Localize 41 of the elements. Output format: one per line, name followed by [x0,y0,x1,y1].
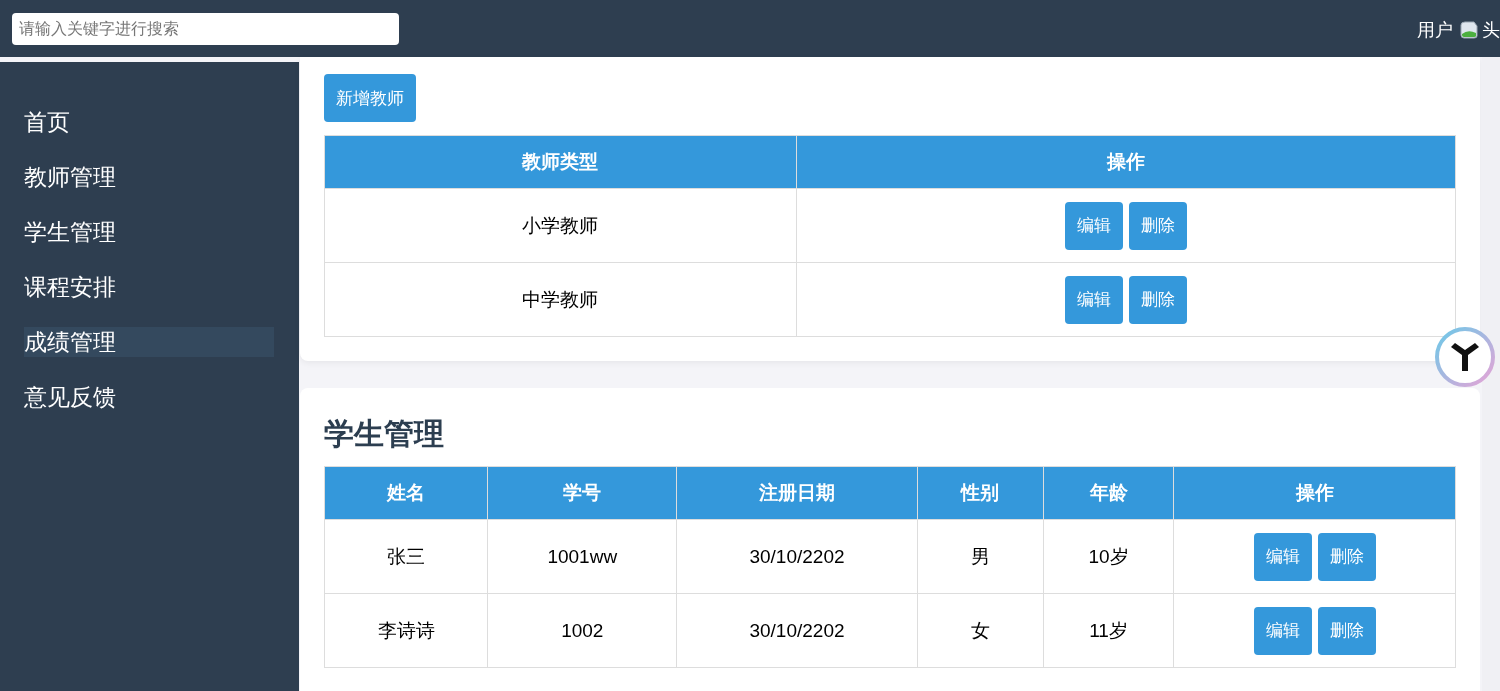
column-header: 教师类型 [324,135,797,189]
table-cell: 男 [917,519,1044,594]
table-cell: 小学教师 [324,188,797,263]
sidebar-item[interactable]: 意见反馈 [24,382,274,412]
column-header: 操作 [1173,466,1456,520]
delete-button[interactable]: 删除 [1128,201,1187,250]
sidebar-item[interactable]: 首页 [24,107,274,137]
column-header: 操作 [796,135,1456,189]
table-cell: 张三 [324,519,488,594]
table-cell: 30/10/2202 [676,519,918,594]
table-cell: 30/10/2202 [676,593,918,668]
avatar-alt-text: 头 [1482,18,1500,42]
sidebar-item[interactable]: 课程安排 [24,272,274,302]
section-title: 学生管理 [324,416,445,452]
table-cell: 1001ww [487,519,677,594]
table-cell: 11岁 [1043,593,1174,668]
edit-button[interactable]: 编辑 [1064,275,1123,324]
table-cell: 中学教师 [324,262,797,337]
column-header: 姓名 [324,466,488,520]
sidebar-item[interactable]: 成绩管理 [24,327,274,357]
user-label: 用户 [1417,18,1453,42]
sidebar-item[interactable]: 学生管理 [24,217,274,247]
search-field[interactable]: 请输入关键字进行搜索 [12,12,399,45]
column-header: 性别 [917,466,1044,520]
sidebar-item[interactable]: 教师管理 [24,162,274,192]
table-cell: 1002 [487,593,677,668]
assistant-logo-icon[interactable] [1435,327,1495,387]
edit-button[interactable]: 编辑 [1064,201,1123,250]
table-cell: 女 [917,593,1044,668]
add-teacher-button[interactable]: 新增教师 [324,74,416,122]
delete-button[interactable]: 删除 [1317,532,1376,581]
column-header: 学号 [487,466,677,520]
table-cell: 10岁 [1043,519,1174,594]
column-header: 年龄 [1043,466,1174,520]
delete-button[interactable]: 删除 [1128,275,1187,324]
delete-button[interactable]: 删除 [1317,606,1376,655]
table-cell: 李诗诗 [324,593,488,668]
column-header: 注册日期 [676,466,918,520]
broken-image-icon [1459,20,1479,39]
edit-button[interactable]: 编辑 [1253,532,1312,581]
edit-button[interactable]: 编辑 [1253,606,1312,655]
